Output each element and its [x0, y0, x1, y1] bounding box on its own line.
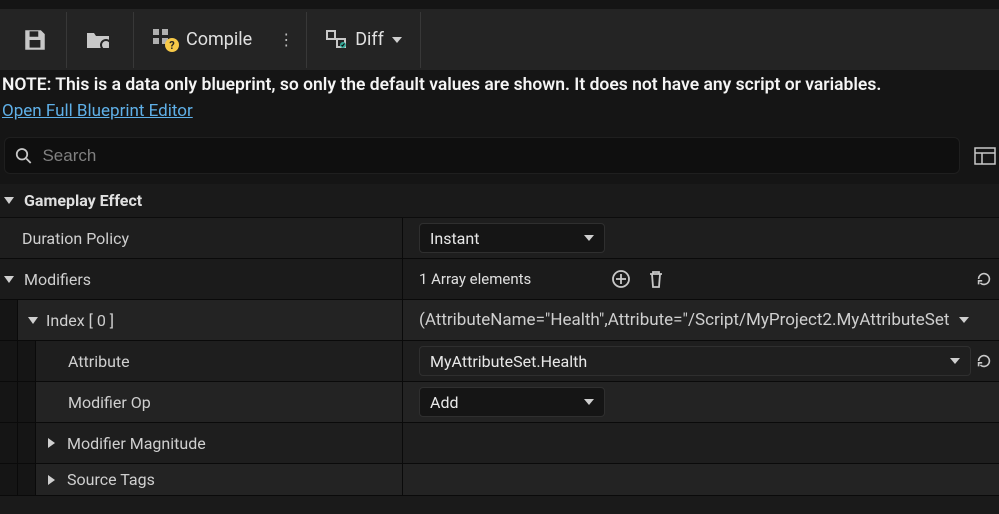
modifiers-label: Modifiers — [24, 270, 91, 289]
row-source-tags: Source Tags — [0, 464, 999, 496]
source-tags-label: Source Tags — [67, 470, 155, 489]
compile-icon: ? — [152, 27, 180, 53]
modifier-op-value: Add — [430, 393, 458, 412]
row-attribute: Attribute MyAttributeSet.Health — [0, 341, 999, 382]
save-icon — [22, 27, 48, 53]
reset-button[interactable] — [975, 352, 993, 370]
expand-icon[interactable] — [48, 475, 55, 485]
clear-array-button[interactable] — [647, 269, 665, 289]
separator — [133, 12, 134, 68]
row-index-0: Index [ 0 ] (AttributeName="Health",Attr… — [0, 300, 999, 341]
row-modifier-op: Modifier Op Add — [0, 382, 999, 423]
view-options-button[interactable] — [974, 147, 996, 165]
open-full-editor-link[interactable]: Open Full Blueprint Editor — [2, 100, 193, 123]
compile-label: Compile — [186, 29, 252, 50]
note-text: NOTE: This is a data only blueprint, so … — [2, 75, 881, 95]
expand-icon[interactable] — [48, 438, 55, 448]
duration-policy-label: Duration Policy — [22, 229, 129, 248]
index-label: Index [ 0 ] — [46, 311, 114, 330]
struct-dropdown-button[interactable] — [959, 317, 969, 323]
separator — [420, 12, 421, 68]
compile-options-button[interactable]: ⋮ — [268, 30, 304, 49]
expand-icon — [4, 197, 14, 204]
data-only-note: NOTE: This is a data only blueprint, so … — [0, 70, 999, 125]
array-elements-text: 1 Array elements — [419, 270, 531, 288]
section-title: Gameplay Effect — [24, 191, 142, 210]
attribute-label: Attribute — [68, 352, 130, 371]
attribute-value: MyAttributeSet.Health — [430, 352, 587, 371]
compile-button[interactable]: ? Compile — [136, 10, 268, 70]
separator — [66, 12, 67, 68]
svg-text:?: ? — [169, 39, 175, 52]
index-struct-text: (AttributeName="Health",Attribute="/Scri… — [419, 310, 949, 330]
expand-icon[interactable] — [28, 317, 38, 324]
modifier-op-label: Modifier Op — [68, 393, 151, 412]
toolbar: ? Compile ⋮ Diff — [0, 0, 999, 70]
chevron-down-icon — [392, 37, 402, 43]
duration-policy-value: Instant — [430, 229, 479, 248]
reset-button[interactable] — [975, 270, 993, 288]
search-icon — [15, 147, 32, 165]
folder-search-icon — [85, 27, 115, 53]
diff-button[interactable]: Diff — [309, 10, 418, 70]
browse-button[interactable] — [69, 10, 131, 70]
chevron-down-icon — [950, 358, 960, 364]
separator — [306, 12, 307, 68]
row-duration-policy: Duration Policy Instant — [0, 218, 999, 259]
expand-icon[interactable] — [4, 276, 14, 283]
section-gameplay-effect[interactable]: Gameplay Effect — [0, 184, 999, 218]
duration-policy-dropdown[interactable]: Instant — [419, 223, 605, 253]
row-modifiers: Modifiers 1 Array elements — [0, 259, 999, 300]
search-box[interactable] — [4, 137, 960, 174]
attribute-dropdown[interactable]: MyAttributeSet.Health — [419, 346, 971, 376]
row-modifier-magnitude: Modifier Magnitude — [0, 423, 999, 464]
search-input[interactable] — [42, 146, 949, 166]
chevron-down-icon — [959, 317, 969, 323]
search-row — [0, 125, 999, 184]
diff-icon — [325, 29, 349, 51]
save-button[interactable] — [6, 10, 64, 70]
chevron-down-icon — [584, 399, 594, 405]
modifier-magnitude-label: Modifier Magnitude — [67, 434, 206, 453]
add-element-button[interactable] — [611, 269, 631, 289]
chevron-down-icon — [584, 235, 594, 241]
modifier-op-dropdown[interactable]: Add — [419, 387, 605, 417]
diff-label: Diff — [355, 29, 384, 50]
